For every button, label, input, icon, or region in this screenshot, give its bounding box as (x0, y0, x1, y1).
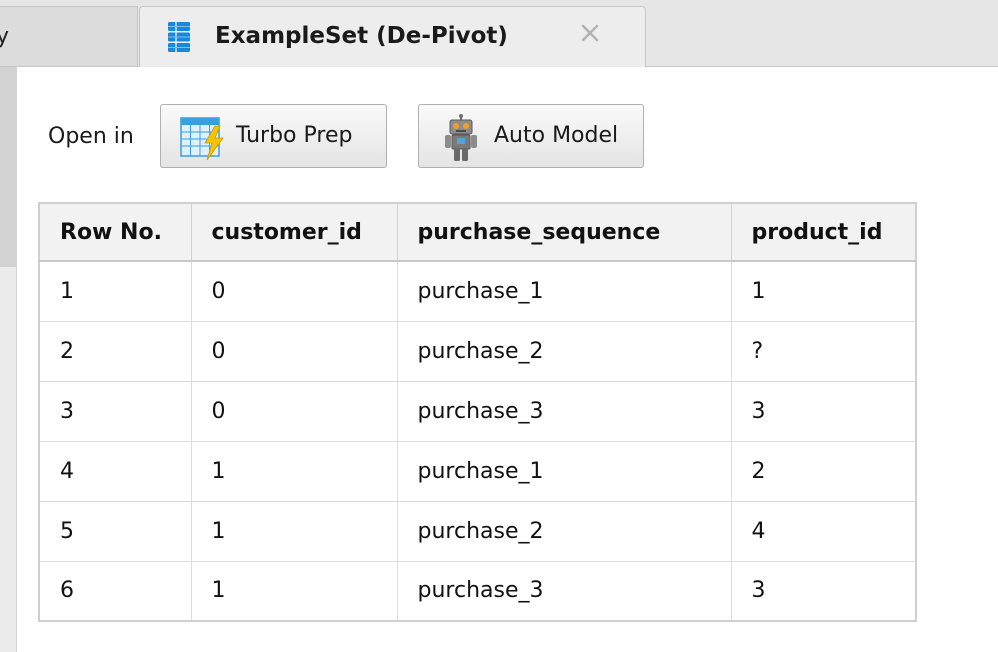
tab-title: ExampleSet (De-Pivot) (215, 23, 508, 49)
cell-purchase-sequence: purchase_1 (396, 440, 732, 502)
cell-product-id: 2 (730, 440, 917, 502)
cell-row-no: 6 (38, 560, 192, 622)
cell-row-no: 2 (38, 320, 192, 382)
cell-product-id: ? (730, 320, 917, 382)
cell-product-id: 4 (730, 500, 917, 562)
cell-purchase-sequence: purchase_2 (396, 500, 732, 562)
data-table: Row No. customer_id purchase_sequence pr… (38, 202, 917, 622)
cell-customer-id: 0 (190, 260, 398, 322)
tab-previous[interactable]: y (0, 6, 138, 66)
column-header-product-id[interactable]: product_id (730, 202, 917, 262)
table-row[interactable]: 5 1 purchase_2 4 (38, 500, 917, 562)
table-row[interactable]: 6 1 purchase_3 3 (38, 560, 917, 622)
column-header-customer-id[interactable]: customer_id (190, 202, 398, 262)
tab-previous-label: y (0, 24, 10, 49)
cell-customer-id: 0 (190, 320, 398, 382)
scrollbar-thumb[interactable] (0, 67, 16, 267)
turbo-prep-icon (180, 117, 224, 161)
column-header-purchase-sequence[interactable]: purchase_sequence (396, 202, 732, 262)
cell-row-no: 1 (38, 260, 192, 322)
cell-purchase-sequence: purchase_1 (396, 260, 732, 322)
cell-purchase-sequence: purchase_2 (396, 320, 732, 382)
cell-row-no: 3 (38, 380, 192, 442)
tab-exampleset-de-pivot[interactable]: ExampleSet (De-Pivot) (139, 6, 646, 67)
cell-customer-id: 1 (190, 500, 398, 562)
cell-customer-id: 0 (190, 380, 398, 442)
turbo-prep-label: Turbo Prep (236, 123, 353, 148)
auto-model-label: Auto Model (494, 123, 619, 148)
table-row[interactable]: 1 0 purchase_1 1 (38, 260, 917, 322)
column-header-row-no[interactable]: Row No. (38, 202, 192, 262)
turbo-prep-button[interactable]: Turbo Prep (160, 104, 387, 168)
cell-product-id: 3 (730, 560, 917, 622)
cell-customer-id: 1 (190, 440, 398, 502)
cell-customer-id: 1 (190, 560, 398, 622)
auto-model-button[interactable]: Auto Model (418, 104, 644, 168)
cell-row-no: 5 (38, 500, 192, 562)
robot-icon (445, 114, 477, 161)
table-header-row: Row No. customer_id purchase_sequence pr… (38, 202, 917, 262)
cell-product-id: 3 (730, 380, 917, 442)
exampleset-view: Open in Turbo Prep Auto Model Row No. cu… (17, 67, 998, 652)
table-row[interactable]: 4 1 purchase_1 2 (38, 440, 917, 502)
cell-row-no: 4 (38, 440, 192, 502)
cell-purchase-sequence: purchase_3 (396, 560, 732, 622)
data-table-icon (168, 22, 190, 52)
cell-purchase-sequence: purchase_3 (396, 380, 732, 442)
left-panel-edge (0, 67, 17, 652)
open-in-label: Open in (48, 124, 134, 149)
table-row[interactable]: 3 0 purchase_3 3 (38, 380, 917, 442)
tab-strip: y ExampleSet (De-Pivot) (0, 0, 998, 67)
table-row[interactable]: 2 0 purchase_2 ? (38, 320, 917, 382)
cell-product-id: 1 (730, 260, 917, 322)
close-icon[interactable] (576, 19, 604, 47)
